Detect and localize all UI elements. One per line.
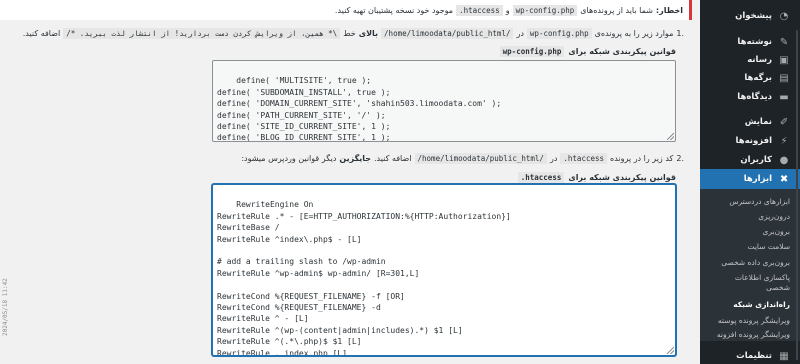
side-timestamp: 2024/05/18 11:42 bbox=[0, 278, 10, 338]
step-1-line: /* .همین، از ویرایش کردن دست بردارید! از… bbox=[63, 28, 341, 39]
warning-file-wp-config: wp-config.php bbox=[512, 4, 578, 16]
admin-sidebar: ◔ پیشخوان ✎ نوشته‌ها ▣ رسانه ▤ برگه‌ها ▬… bbox=[692, 0, 800, 364]
htaccess-code-textarea[interactable]: RewriteEngine On RewriteRule .* - [E=HTT… bbox=[212, 184, 676, 356]
step-2-text-4: دیگر قوانین وردپرس میشود: bbox=[241, 154, 337, 163]
step-2-file: .htaccess bbox=[560, 153, 608, 164]
pin-icon: ✎ bbox=[779, 36, 789, 48]
sidebar-scrollbar[interactable] bbox=[795, 30, 799, 360]
page-icon: ▤ bbox=[779, 72, 789, 84]
step-1-label-text: قوانین پیکربندی شبکه برای bbox=[568, 47, 676, 56]
step-1-text-4: اضافه کنید. bbox=[22, 29, 61, 38]
backup-warning-notice: اخطار: شما باید از پرونده‌های wp-config.… bbox=[0, 0, 692, 20]
appearance-icon: ✐ bbox=[779, 116, 789, 128]
wp-config-code-textarea[interactable]: define( 'MULTISITE', true ); define( 'SU… bbox=[212, 60, 676, 142]
submenu-item-export-personal-data[interactable]: برون‌بری داده شخصی bbox=[721, 258, 790, 268]
resize-handle[interactable] bbox=[667, 133, 674, 140]
sidebar-item-label: نوشته‌ها bbox=[737, 37, 772, 47]
warning-text-1: شما باید از پرونده‌های bbox=[580, 5, 653, 15]
resize-handle[interactable] bbox=[667, 347, 674, 354]
tools-submenu: ابزارهای دردسترس درون‌ریزی برون‌بری سلام… bbox=[700, 189, 800, 341]
sidebar-item-posts[interactable]: ✎ نوشته‌ها bbox=[700, 32, 800, 52]
warning-conj: و bbox=[505, 5, 510, 15]
htaccess-code: RewriteEngine On RewriteRule .* - [E=HTT… bbox=[217, 200, 511, 356]
sidebar-item-settings[interactable]: ▦ تنظیمات bbox=[700, 346, 800, 364]
sidebar-item-label: افزونه‌ها bbox=[735, 136, 772, 146]
wp-config-code: define( 'MULTISITE', true ); define( 'SU… bbox=[217, 76, 502, 142]
submenu-item-site-health[interactable]: سلامت سایت bbox=[747, 242, 790, 252]
step-1-above-label: بالای bbox=[358, 29, 379, 38]
step-2-label-file: .htaccess bbox=[517, 172, 565, 183]
media-icon: ▣ bbox=[779, 54, 789, 66]
sidebar-item-plugins[interactable]: ⚡ افزونه‌ها bbox=[700, 131, 800, 151]
sidebar-item-label: کاربران bbox=[740, 155, 772, 165]
step-1-instruction: .1 موارد زیر را به پرونده‌ی wp-config.ph… bbox=[23, 28, 684, 39]
sidebar-item-dashboard[interactable]: ◔ پیشخوان bbox=[700, 6, 800, 26]
step-2-label-text: قوانین پیکربندی شبکه برای bbox=[568, 173, 676, 182]
sidebar-item-label: رسانه bbox=[747, 55, 772, 65]
sidebar-item-pages[interactable]: ▤ برگه‌ها bbox=[700, 68, 800, 88]
warning-text-2: موجود خود نسخه پشتیبان تهیه کنید. bbox=[334, 5, 454, 15]
step-1-label: قوانین پیکربندی شبکه برای wp-config.php bbox=[499, 46, 676, 57]
dashboard-icon: ◔ bbox=[779, 10, 789, 22]
submenu-item-available-tools[interactable]: ابزارهای دردسترس bbox=[729, 197, 790, 207]
comments-icon: ▬ bbox=[779, 91, 789, 103]
sidebar-item-label: پیشخوان bbox=[735, 11, 772, 21]
settings-icon: ▦ bbox=[779, 350, 789, 362]
submenu-item-network-setup[interactable]: راه‌اندازی شبکه bbox=[733, 300, 790, 310]
plugins-icon: ⚡ bbox=[780, 135, 788, 147]
step-1-path: /home/limoodata/public_html/ bbox=[381, 28, 514, 39]
submenu-item-import[interactable]: درون‌ریزی bbox=[758, 212, 790, 222]
step-2-text-2: در bbox=[549, 154, 558, 163]
sidebar-item-users[interactable]: ● کاربران bbox=[700, 150, 800, 170]
step-2-number: .2 bbox=[676, 154, 684, 163]
sidebar-item-label: ابزارها bbox=[743, 174, 772, 184]
sidebar-item-tools[interactable]: ✖ ابزارها bbox=[692, 169, 800, 189]
step-2-replace-label: جایگزین bbox=[339, 154, 372, 163]
step-1-text-3: خط bbox=[343, 29, 356, 38]
sidebar-item-label: نمایش bbox=[744, 117, 772, 127]
step-1-label-file: wp-config.php bbox=[499, 46, 565, 57]
step-2-text-3: اضافه کنید. bbox=[374, 154, 412, 163]
main-content: اخطار: شما باید از پرونده‌های wp-config.… bbox=[0, 0, 700, 364]
sidebar-item-comments[interactable]: ▬ دیدگاه‌ها bbox=[700, 87, 800, 107]
sidebar-item-media[interactable]: ▣ رسانه bbox=[700, 50, 800, 70]
sidebar-item-appearance[interactable]: ✐ نمایش bbox=[700, 112, 800, 132]
submenu-item-plugin-file-editor[interactable]: ویرایشگر پرونده افزونه bbox=[717, 330, 790, 340]
submenu-item-erase-personal-data-line2[interactable]: شخصی bbox=[766, 283, 790, 293]
step-1-text-2: در bbox=[516, 29, 524, 38]
warning-file-htaccess: .htaccess bbox=[456, 4, 503, 16]
tools-icon: ✖ bbox=[779, 173, 789, 185]
step-1-file: wp-config.php bbox=[526, 28, 592, 39]
step-1-number: .1 bbox=[676, 29, 684, 38]
step-2-instruction: .2 کد زیر را در پرونده .htaccess در /hom… bbox=[241, 153, 684, 164]
submenu-item-erase-personal-data[interactable]: پاکسازی اطلاعات bbox=[735, 273, 790, 283]
submenu-item-theme-file-editor[interactable]: ویرایشگر پرونده پوسته bbox=[718, 316, 790, 326]
side-timestamp-text: 2024/05/18 11:42 bbox=[2, 278, 9, 336]
sidebar-item-label: تنظیمات bbox=[736, 351, 772, 361]
submenu-item-export[interactable]: برون‌بری bbox=[763, 227, 790, 237]
sidebar-item-label: برگه‌ها bbox=[744, 73, 772, 83]
step-2-label: قوانین پیکربندی شبکه برای .htaccess bbox=[517, 172, 676, 183]
warning-label: اخطار: bbox=[655, 5, 683, 15]
users-icon: ● bbox=[779, 154, 789, 166]
step-1-text-1: موارد زیر را به پرونده‌ی bbox=[594, 29, 674, 38]
sidebar-item-label: دیدگاه‌ها bbox=[737, 92, 772, 102]
step-2-text-1: کد زیر را در پرونده bbox=[610, 154, 674, 163]
step-2-path: /home/limoodata/public_html/ bbox=[414, 153, 547, 164]
